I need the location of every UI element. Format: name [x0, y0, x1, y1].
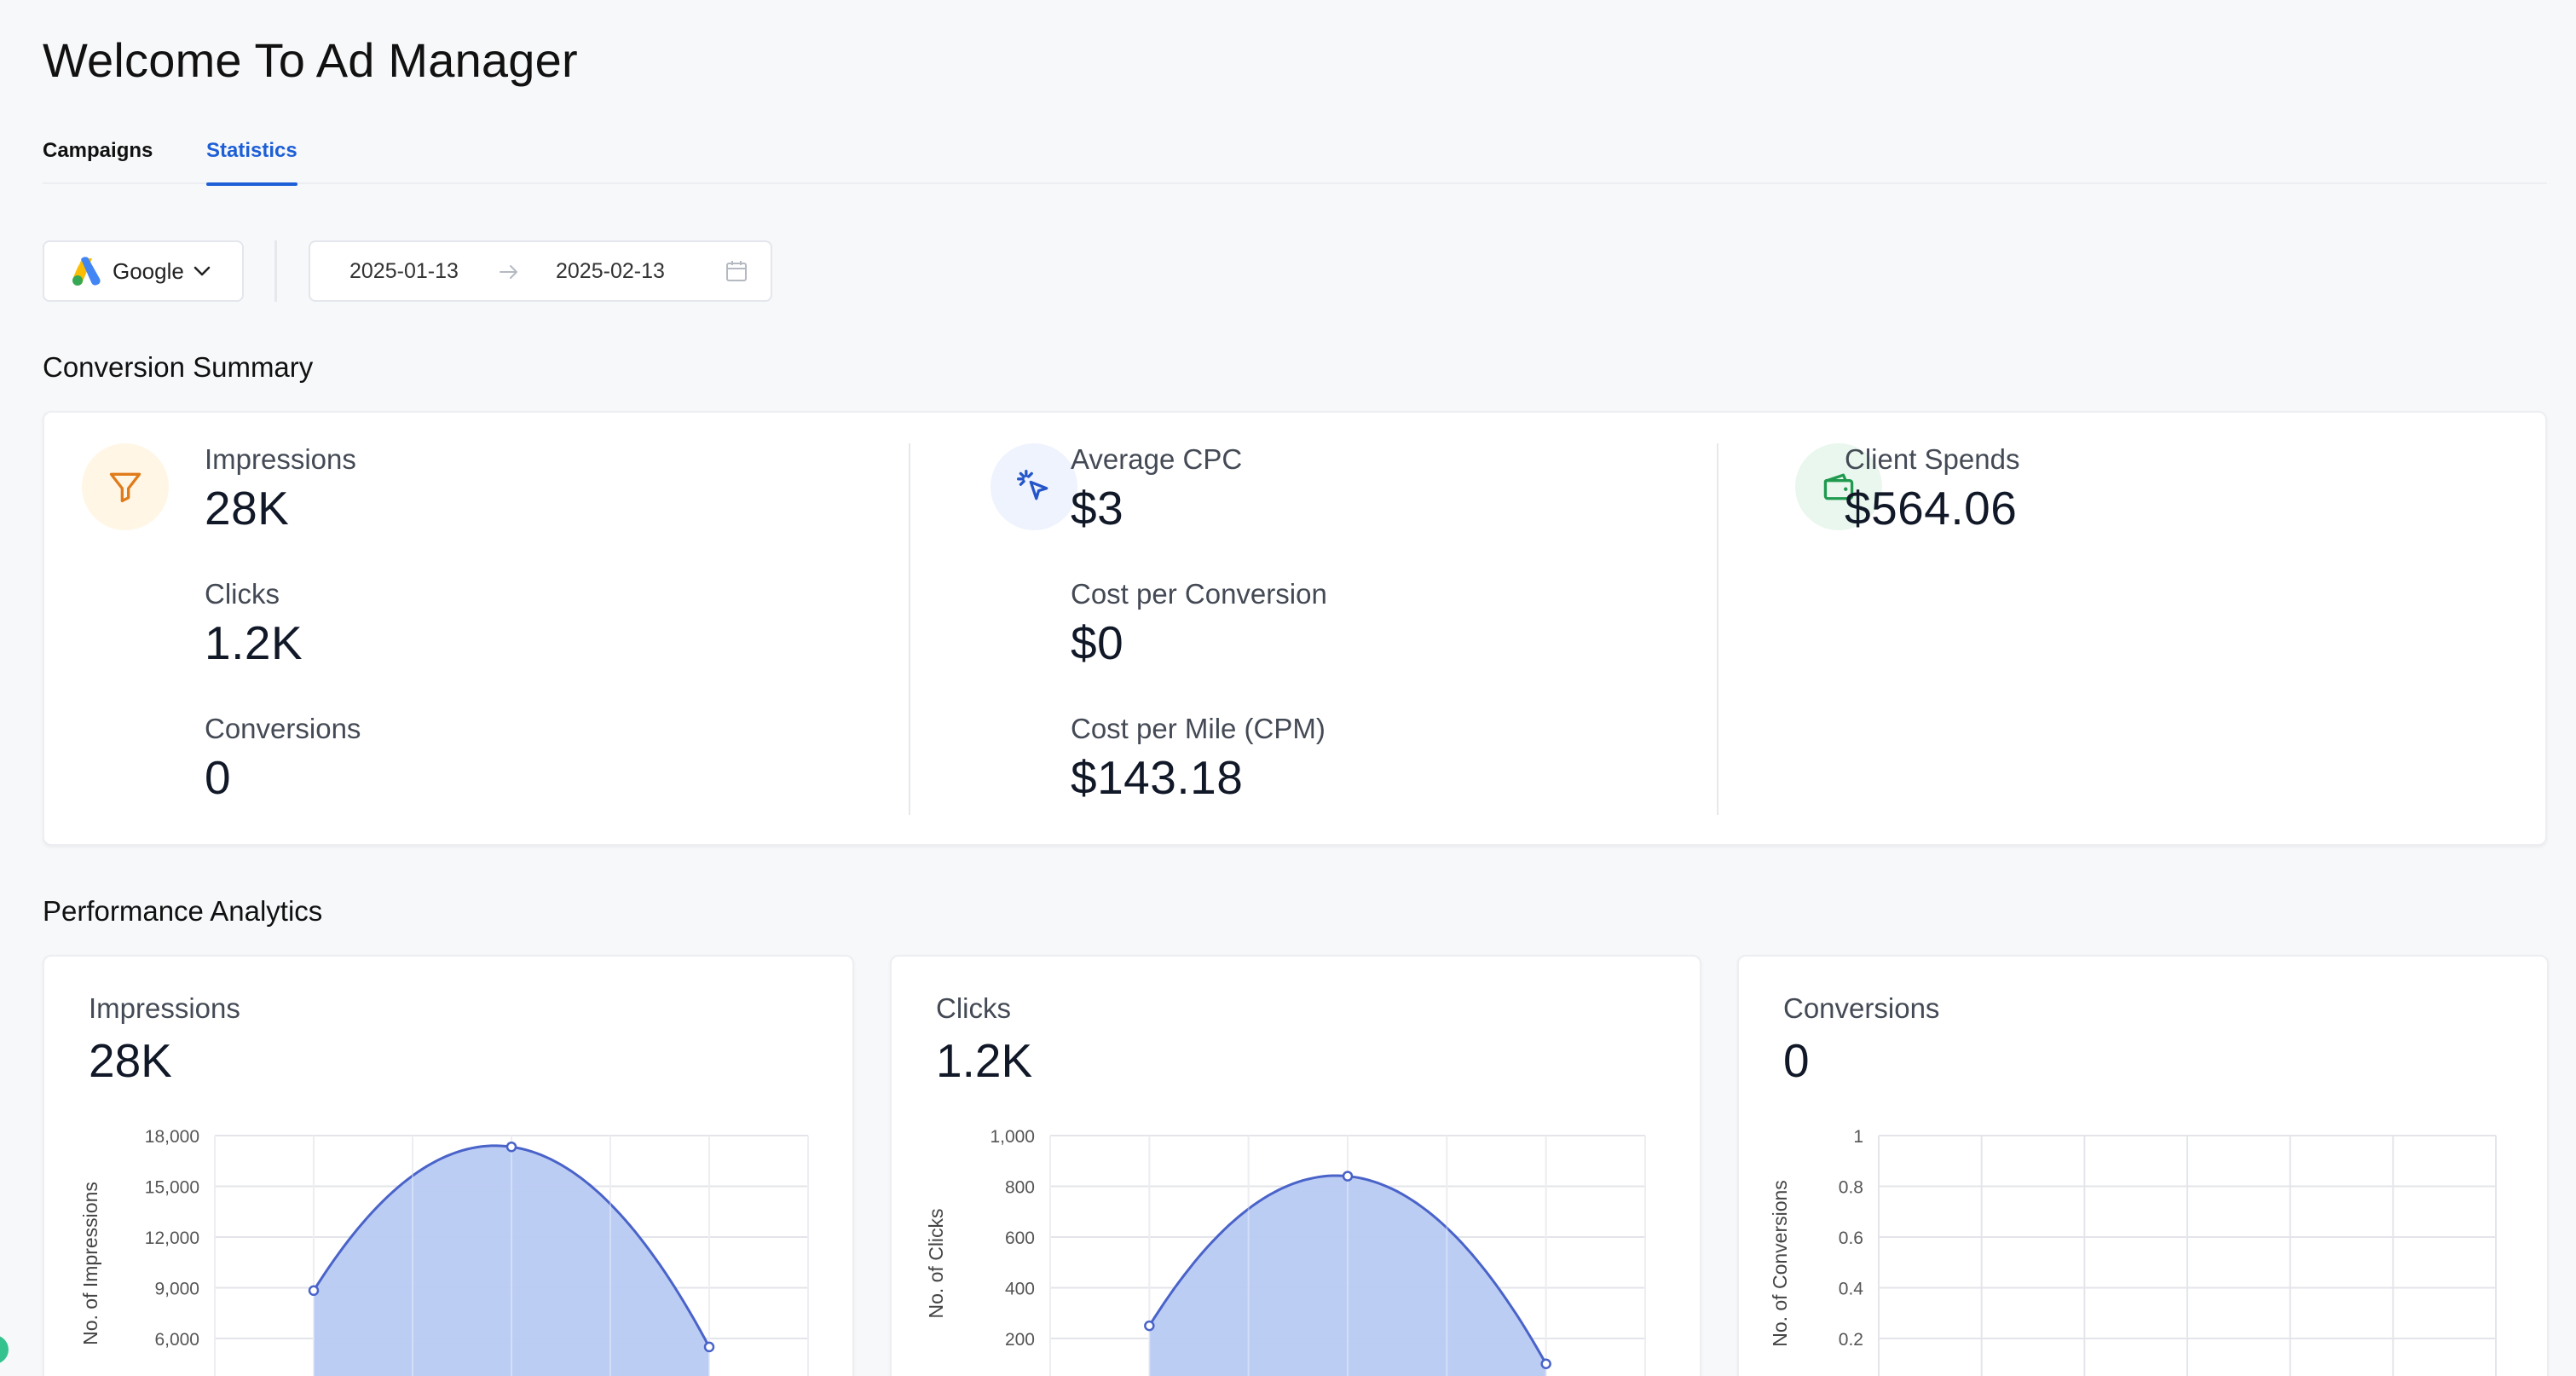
y-tick-label: 1: [1853, 1127, 1863, 1147]
metric-client-spends: Client Spends $564.06: [1845, 443, 2019, 535]
y-tick-label: 0.4: [1839, 1280, 1864, 1299]
metric-value: $0: [1071, 616, 1124, 669]
tab-statistics[interactable]: Statistics: [206, 136, 297, 186]
tab-campaigns[interactable]: Campaigns: [43, 136, 153, 184]
impressions-area-chart: 18,000 15,000 12,000 9,000 6,000 No. of Impre…: [79, 1127, 809, 1376]
summary-column-spend: Client Spends $564.06: [1717, 413, 2549, 847]
start-date[interactable]: 2025-01-13: [349, 259, 459, 284]
platform-select[interactable]: Google: [43, 240, 244, 302]
y-axis-label: No. of Impressions: [79, 1182, 101, 1345]
data-point: [308, 1285, 320, 1297]
metric-impressions: Impressions 28K: [205, 443, 356, 535]
impressions-chart-card: Impressions 28K 18,000 15,000 12,000 9,000 6…: [43, 955, 854, 1376]
y-tick-label: 9,000: [154, 1280, 199, 1299]
metric-cpm: Cost per Mile (CPM) $143.18: [1071, 713, 1326, 805]
summary-column-traffic: Impressions 28K Clicks 1.2K Conversions …: [44, 413, 909, 847]
performance-analytics-title: Performance Analytics: [43, 895, 323, 927]
data-point: [1144, 1320, 1155, 1332]
y-tick-label: 6,000: [154, 1330, 199, 1350]
metric-label: Cost per Conversion: [1071, 578, 1327, 610]
chevron-down-icon: [193, 266, 211, 276]
metric-value: 28K: [205, 482, 290, 535]
conversion-summary-card: Impressions 28K Clicks 1.2K Conversions …: [43, 411, 2547, 846]
summary-column-costs: Average CPC $3 Cost per Conversion $0 Co…: [909, 413, 1717, 847]
metric-value: $143.18: [1071, 751, 1244, 804]
y-tick-label: 15,000: [145, 1178, 199, 1198]
y-tick-label: 800: [1005, 1178, 1035, 1198]
y-tick-label: 0.6: [1839, 1229, 1863, 1248]
metric-label: Conversions: [205, 713, 361, 744]
y-tick-label: 0.2: [1839, 1330, 1863, 1350]
metric-clicks: Clicks 1.2K: [205, 578, 303, 670]
y-tick-label: 12,000: [145, 1229, 199, 1248]
y-tick-label: 18,000: [145, 1127, 199, 1147]
platform-label: Google: [113, 257, 184, 284]
page-title: Welcome To Ad Manager: [43, 33, 578, 87]
google-ads-icon: [72, 257, 101, 286]
metric-label: Client Spends: [1845, 443, 2020, 475]
metric-average-cpc: Average CPC $3: [1071, 443, 1242, 535]
data-point: [505, 1141, 517, 1153]
metric-label: Clicks: [205, 578, 280, 610]
y-axis-label: No. of Clicks: [925, 1208, 947, 1318]
metric-cost-per-conversion: Cost per Conversion $0: [1071, 578, 1327, 670]
data-point: [703, 1341, 715, 1353]
y-tick-label: 200: [1005, 1330, 1035, 1350]
y-axis-label: No. of Conversions: [1769, 1180, 1791, 1347]
y-tick-label: 0.8: [1839, 1178, 1863, 1198]
metric-conversions: Conversions 0: [205, 713, 361, 805]
tab-bar: Campaigns Statistics: [43, 136, 2547, 186]
y-tick-label: 1,000: [990, 1127, 1035, 1147]
metric-value: 1.2K: [205, 616, 303, 669]
end-date[interactable]: 2025-02-13: [556, 259, 665, 284]
metric-label: Average CPC: [1071, 443, 1243, 475]
funnel-icon: [82, 443, 169, 530]
metric-label: Impressions: [205, 443, 356, 475]
metric-value: $3: [1071, 482, 1124, 535]
data-point: [1540, 1358, 1551, 1369]
filter-divider: [274, 240, 277, 302]
conversions-chart-card: Conversions 0 1 0.8 0.6 0.4 0.2 No. of Conver…: [1737, 955, 2549, 1376]
help-widget-tab[interactable]: [0, 1335, 9, 1364]
pointer-click-icon: [991, 443, 1077, 530]
calendar-icon[interactable]: [725, 259, 748, 283]
arrow-right-icon: [500, 265, 517, 279]
data-point: [1342, 1171, 1354, 1182]
metric-label: Cost per Mile (CPM): [1071, 713, 1326, 744]
clicks-area-chart: 1,000 800 600 400 200 No. of Clicks: [925, 1127, 1646, 1376]
y-tick-label: 400: [1005, 1280, 1035, 1299]
clicks-chart-card: Clicks 1.2K 1,000 800 600 400 200 No. of Clic…: [890, 955, 1701, 1376]
y-tick-label: 600: [1005, 1229, 1035, 1248]
date-range-picker[interactable]: 2025-01-13 2025-02-13: [309, 240, 772, 302]
metric-value: 0: [205, 751, 232, 804]
conversions-area-chart: 1 0.8 0.6 0.4 0.2 No. of Conversions: [1769, 1127, 2497, 1376]
metric-value: $564.06: [1845, 482, 2018, 535]
conversion-summary-title: Conversion Summary: [43, 351, 314, 383]
